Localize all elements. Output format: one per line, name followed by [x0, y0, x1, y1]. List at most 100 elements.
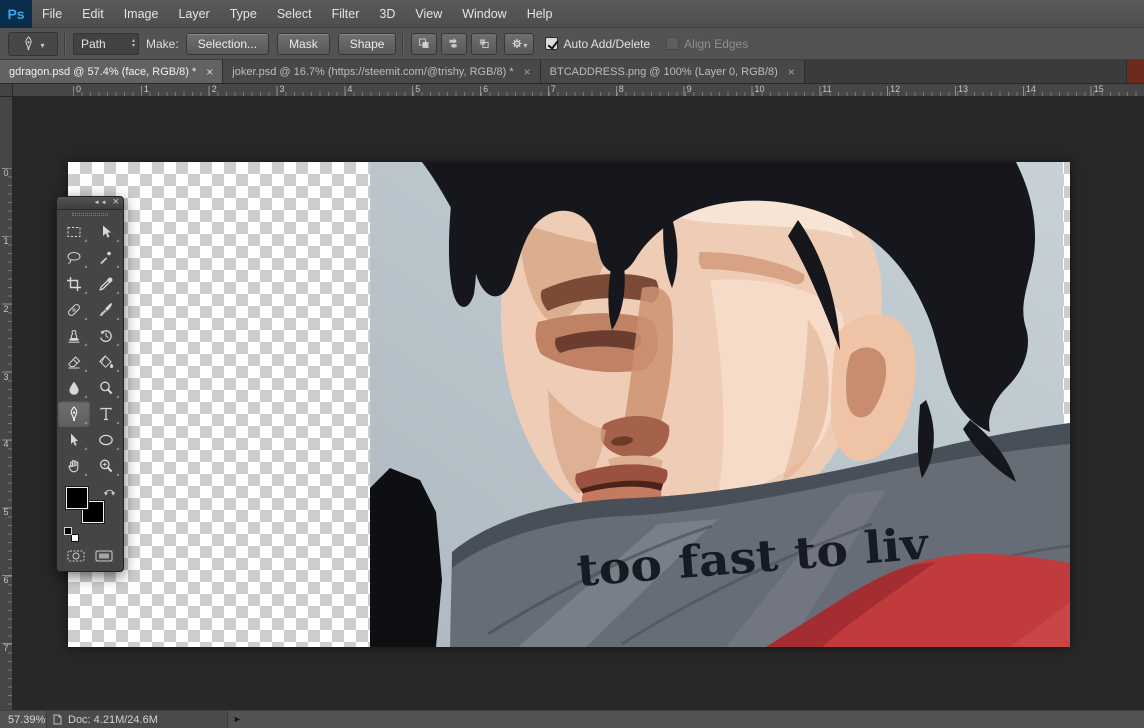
tool-path-selection[interactable]: [58, 427, 90, 453]
ruler-label: 8: [616, 84, 684, 95]
tab-close-icon[interactable]: ×: [206, 66, 213, 78]
ruler-label: 4: [344, 84, 412, 95]
tool-pen[interactable]: [58, 401, 90, 427]
menu-item-type[interactable]: Type: [220, 0, 267, 28]
option-checkboxes: Auto Add/Delete Align Edges: [545, 37, 748, 51]
status-info: Doc: 4.21M/24.6M: [46, 711, 228, 728]
panel-drag-grip[interactable]: [57, 210, 123, 219]
tool-blur[interactable]: [58, 375, 90, 401]
tab-close-icon[interactable]: ×: [788, 66, 795, 78]
status-menu-arrow-icon[interactable]: ►: [228, 715, 247, 724]
document-tab-bar: gdragon.psd @ 57.4% (face, RGB/8) * × jo…: [0, 60, 1144, 84]
checkbox-auto-add-delete[interactable]: Auto Add/Delete: [545, 37, 650, 51]
tool-eyedropper[interactable]: [90, 271, 122, 297]
tool-ellipse[interactable]: [90, 427, 122, 453]
menu-item-help[interactable]: Help: [517, 0, 563, 28]
ruler-label: 1: [141, 84, 209, 95]
options-button-make-mask[interactable]: Mask: [277, 33, 330, 55]
menu-item-filter[interactable]: Filter: [322, 0, 370, 28]
make-buttons: Selection... Mask Shape: [186, 33, 397, 55]
tool-mode-select[interactable]: Path ▴▾: [73, 33, 139, 55]
menu-item-view[interactable]: View: [405, 0, 452, 28]
status-bar: 57.39% Doc: 4.21M/24.6M ►: [0, 710, 1144, 728]
swap-colors-icon[interactable]: [103, 485, 116, 498]
tab-title: gdragon.psd @ 57.4% (face, RGB/8) *: [9, 66, 196, 78]
path-op-button-path-alignment[interactable]: [441, 33, 467, 55]
document-tab-joker[interactable]: joker.psd @ 16.7% (https://steemit.com/@…: [223, 60, 540, 83]
tab-close-icon[interactable]: ×: [524, 66, 531, 78]
default-colors-icon[interactable]: [64, 527, 80, 543]
gear-icon: [511, 36, 523, 51]
ruler-corner[interactable]: [0, 84, 13, 97]
menu-item-select[interactable]: Select: [267, 0, 322, 28]
menu-item-file[interactable]: File: [32, 0, 72, 28]
path-op-button-path-arrangement[interactable]: [471, 33, 497, 55]
zoom-level-field[interactable]: 57.39%: [0, 714, 46, 726]
tool-eraser[interactable]: [58, 349, 90, 375]
menu-item-edit[interactable]: Edit: [72, 0, 114, 28]
tab-bar-corner: [1126, 60, 1144, 83]
ruler-label: 14: [1023, 84, 1091, 95]
vertical-ruler[interactable]: 01234567: [0, 97, 13, 710]
screen-mode-button[interactable]: [91, 547, 117, 564]
tool-move[interactable]: [90, 219, 122, 245]
tool-preset-picker[interactable]: [8, 32, 58, 56]
tool-crop[interactable]: [58, 271, 90, 297]
quick-mask-button[interactable]: [63, 547, 89, 564]
ruler-label: 12: [887, 84, 955, 95]
doc-info-icon: [53, 714, 62, 725]
tool-dodge[interactable]: [90, 375, 122, 401]
options-bar: Path ▴▾ Make: Selection... Mask Shape Auto…: [0, 28, 1144, 60]
tool-brush[interactable]: [90, 297, 122, 323]
doc-size-text: Doc: 4.21M/24.6M: [68, 714, 158, 726]
document-tabs: gdragon.psd @ 57.4% (face, RGB/8) * × jo…: [0, 60, 805, 83]
tool-type[interactable]: [90, 401, 122, 427]
ruler-label: 11: [819, 84, 887, 95]
tool-zoom[interactable]: [90, 453, 122, 479]
photoshop-logo: Ps: [0, 0, 32, 28]
ruler-label: 9: [684, 84, 752, 95]
horizontal-ruler[interactable]: 0123456789101112131415: [13, 84, 1144, 97]
menu-item-window[interactable]: Window: [452, 0, 516, 28]
collapse-panel-icon[interactable]: ◄◄: [94, 200, 108, 206]
menu-item-image[interactable]: Image: [114, 0, 169, 28]
checkbox-label: Auto Add/Delete: [563, 37, 650, 51]
ruler-label: 3: [277, 84, 345, 95]
options-button-make-shape[interactable]: Shape: [338, 33, 397, 55]
ruler-v-labels: 01234567: [0, 168, 12, 710]
menu-item-layer[interactable]: Layer: [168, 0, 219, 28]
tool-grid: [57, 219, 123, 479]
document-tab-btcaddress[interactable]: BTCADDRESS.png @ 100% (Layer 0, RGB/8) ×: [541, 60, 805, 83]
dropdown-arrow-icon: [523, 36, 527, 51]
checkbox-label: Align Edges: [684, 37, 748, 51]
foreground-color-swatch[interactable]: [66, 487, 88, 509]
color-swatches: [57, 483, 123, 545]
checkbox-box-icon[interactable]: [545, 37, 558, 50]
make-label: Make:: [146, 37, 179, 51]
pen-icon: [21, 36, 36, 51]
menu-item-3d[interactable]: 3D: [369, 0, 405, 28]
tool-paint-bucket[interactable]: [90, 349, 122, 375]
tab-title: BTCADDRESS.png @ 100% (Layer 0, RGB/8): [550, 66, 778, 78]
tool-mode-value: Path: [81, 37, 106, 51]
path-op-button-path-operations[interactable]: [411, 33, 437, 55]
tool-rectangular-marquee[interactable]: [58, 219, 90, 245]
ruler-label: 1: [0, 236, 12, 304]
close-panel-icon[interactable]: ×: [113, 197, 119, 208]
checkbox-box-icon[interactable]: [666, 37, 679, 50]
tool-hand[interactable]: [58, 453, 90, 479]
document-tab-gdragon[interactable]: gdragon.psd @ 57.4% (face, RGB/8) * ×: [0, 60, 223, 83]
pen-options-gear-button[interactable]: [504, 33, 534, 55]
options-button-make-selection[interactable]: Selection...: [186, 33, 269, 55]
spinner-arrows-icon[interactable]: ▴▾: [132, 34, 135, 54]
tool-clone-stamp[interactable]: [58, 323, 90, 349]
tool-lasso[interactable]: [58, 245, 90, 271]
tool-magic-wand[interactable]: [90, 245, 122, 271]
tools-panel-header[interactable]: ◄◄ ×: [57, 197, 123, 210]
path-op-buttons: [411, 33, 497, 55]
checkbox-align-edges[interactable]: Align Edges: [666, 37, 748, 51]
document-canvas[interactable]: too fast to liv: [68, 162, 1070, 647]
canvas-area[interactable]: too fast to liv ◄◄ ×: [13, 97, 1144, 710]
tool-history-brush[interactable]: [90, 323, 122, 349]
tool-healing-brush[interactable]: [58, 297, 90, 323]
